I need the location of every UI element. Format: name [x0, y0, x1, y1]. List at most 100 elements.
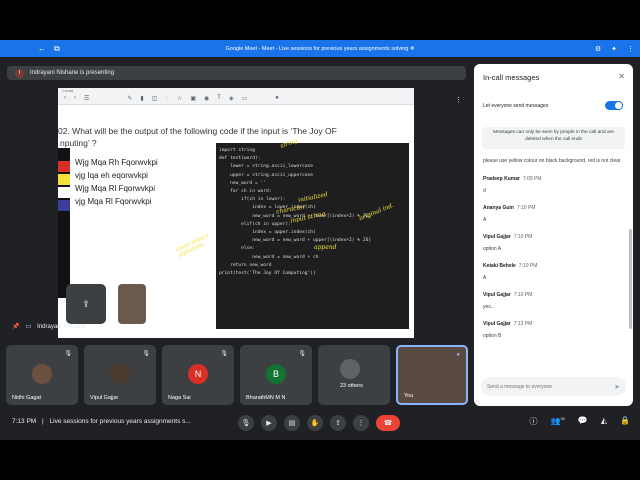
mic-off-icon: 🎙	[64, 351, 72, 357]
pen-icon: ✎	[127, 96, 133, 102]
code-line: upper = string.ascii_uppercase	[219, 172, 314, 178]
hand-icon: ✋	[310, 420, 320, 427]
tablet-status: 7:13 PM	[62, 89, 74, 93]
chat-scrollbar[interactable]	[629, 229, 632, 329]
close-icon[interactable]: ✕	[618, 72, 625, 81]
message-time: 7:13 PM	[513, 321, 533, 327]
presenter-avatar: I	[15, 68, 24, 78]
activities-icon[interactable]: ◭	[601, 416, 607, 427]
participant-tile[interactable]: 🎙 Nidhi Gagat	[6, 345, 78, 405]
message-text: A	[483, 217, 487, 223]
undo-icon: ‹	[64, 95, 66, 101]
let-everyone-send-toggle[interactable]	[605, 101, 623, 110]
info-icon[interactable]: ⓘ	[529, 416, 537, 427]
message-sender: Vipul Gajjar	[483, 234, 511, 240]
present-button[interactable]: ⇪	[330, 415, 346, 431]
message-text: d	[483, 188, 486, 194]
message-time: 7:10 PM	[516, 205, 536, 211]
option-2: vjg Iqa eh eqorwvkpi	[75, 171, 148, 180]
meeting-title: Live sessions for previous years assignm…	[49, 418, 191, 425]
present-icon: ⇪	[335, 420, 341, 427]
participant-tiles: 🎙 Nidhi Gagat 🎙 Vipul Gajjar 🎙 N Naga Sa…	[6, 345, 468, 405]
presenting-banner: I Indrayani Nishane is presenting	[7, 66, 466, 80]
more-options-button[interactable]: ⋮	[353, 415, 369, 431]
end-call-button[interactable]: ☎	[376, 415, 400, 431]
tape-icon: ▭	[241, 96, 248, 102]
screen-share-icon: ▭	[25, 324, 32, 330]
option-1: Wjg Mqa Rh Fqorwvkpi	[75, 158, 158, 167]
more-vert-icon: ⋮	[357, 420, 365, 427]
send-icon[interactable]: ➤	[614, 383, 620, 391]
option-3: Wjg Mqa Rl Fqorwvkpi	[75, 184, 156, 193]
swatch-white	[58, 187, 70, 198]
participant-tile[interactable]: 🎙 B BharathMN M N	[240, 345, 312, 405]
meeting-info: 7:13 PM | Live sessions for previous yea…	[12, 418, 191, 425]
chat-message: Vipul Gajjar 7:13 PM option B	[483, 321, 625, 339]
question-text-continued: nputing’ ?	[60, 138, 97, 148]
self-tile[interactable]: ● You	[396, 345, 468, 405]
participant-name: Nidhi Gagat	[12, 395, 42, 401]
camera-button[interactable]: ▶	[261, 415, 277, 431]
separator: |	[42, 418, 44, 425]
chat-icon[interactable]: 💬	[578, 416, 588, 427]
participant-letter-avatar: N	[188, 364, 208, 384]
code-line: index = upper.index(ch)	[219, 230, 316, 236]
participant-tile[interactable]: 🎙 Vipul Gajjar	[84, 345, 156, 405]
code-line: elif(ch in upper):	[219, 221, 291, 227]
redo-icon: ›	[74, 95, 76, 101]
chat-header: In-call messages	[483, 73, 540, 82]
stamp-icon: ◈	[228, 96, 234, 102]
message-sender: Vipul Gajjar	[483, 292, 511, 298]
raise-hand-button[interactable]: ✋	[307, 415, 323, 431]
settings-icon[interactable]: ⚙	[595, 45, 601, 53]
chat-input-box: ➤	[481, 377, 626, 396]
end-call-icon: ☎	[383, 420, 393, 427]
message-text: please use yellow colour on black backgr…	[483, 158, 621, 164]
others-tile[interactable]: 23 others	[318, 345, 390, 405]
message-text: option A	[483, 246, 502, 252]
shared-screen: 7:13 PM ‹ › ☰ ✎ ▮ ◫ ◌ ☆ ▣ ◉ T ◈ ▭ ● 02. …	[58, 88, 414, 338]
message-sender: Vipul Gajjar	[483, 321, 511, 327]
message-text: yes..	[483, 304, 494, 310]
presentation-thumbnail[interactable]: ⇪	[66, 284, 106, 324]
host-controls-icon[interactable]: 🔒	[620, 416, 630, 427]
chat-message: Ketaki Behele 7:10 PM A	[483, 263, 625, 281]
chat-message: please use yellow colour on black backgr…	[483, 158, 625, 165]
whiteboard-toolbar: 7:13 PM ‹ › ☰ ✎ ▮ ◫ ◌ ☆ ▣ ◉ T ◈ ▭ ●	[58, 88, 414, 105]
presenter-label: Indrayani Nishane	[37, 323, 86, 330]
tab-title: Google Meet - Meet - Live sessions for p…	[225, 45, 415, 52]
browser-title-bar: ← ⧉ Google Meet - Meet - Live sessions f…	[0, 40, 640, 57]
color-palette	[58, 148, 70, 298]
speaking-indicator-icon: ●	[456, 352, 460, 358]
chat-notice: Messages can only be seen by people in t…	[482, 127, 625, 149]
code-line: new_word = new_word + ch	[219, 254, 319, 260]
chat-input[interactable]	[487, 383, 607, 390]
extensions-icon[interactable]: ✦	[611, 45, 617, 53]
clock-time: 7:13 PM	[12, 418, 37, 425]
option-4: vjg Mqa Rl Fqorwvkpi	[75, 197, 152, 206]
mic-off-icon: 🎙	[298, 351, 306, 357]
participant-letter-avatar: B	[266, 364, 286, 384]
captions-button[interactable]: ▤	[284, 415, 300, 431]
participant-tile[interactable]: 🎙 N Naga Sai	[162, 345, 234, 405]
people-icon[interactable]: 👥30	[550, 416, 564, 427]
message-time: 7:10 PM	[518, 263, 538, 269]
participant-name: Vipul Gajjar	[90, 395, 119, 401]
call-controls: 🎙 ▶ ▤ ✋ ⇪ ⋮ ☎	[238, 415, 400, 431]
self-name: You	[404, 393, 414, 399]
camera-icon: ◉	[204, 96, 210, 102]
participant-count: 30	[560, 416, 565, 421]
menu-icon[interactable]: ⋮	[627, 45, 634, 53]
question-text: 02. What will be the output of the follo…	[58, 126, 337, 136]
chat-message: Vipul Gajjar 7:10 PM yes..	[483, 292, 625, 310]
presenter-video-thumbnail[interactable]	[118, 284, 146, 324]
pin-icon[interactable]: 📌	[12, 323, 19, 330]
message-text: A	[483, 275, 487, 281]
mic-icon: 🎙	[241, 420, 251, 427]
code-line: else:	[219, 246, 255, 252]
code-line: print(test('The Joy Of Computing'))	[219, 271, 316, 277]
more-options-icon[interactable]: ⋮	[455, 96, 462, 104]
participant-name: BharathMN M N	[246, 395, 286, 401]
bottom-bar: 7:13 PM | Live sessions for previous yea…	[0, 405, 640, 440]
mic-button[interactable]: 🎙	[238, 415, 254, 431]
